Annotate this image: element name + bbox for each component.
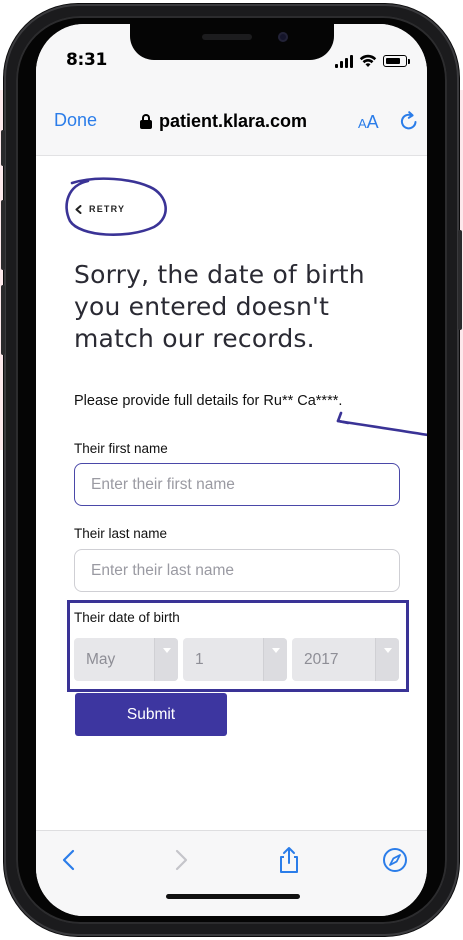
text-size-small-a: A bbox=[358, 116, 367, 131]
url-text: patient.klara.com bbox=[159, 110, 308, 131]
wifi-icon bbox=[359, 54, 377, 67]
browser-top-bar: Done patient.klara.com AA bbox=[36, 88, 427, 156]
speaker-grille bbox=[202, 34, 252, 40]
notch bbox=[130, 24, 334, 60]
page-content: RETRY Sorry, the date of birth you enter… bbox=[36, 157, 427, 851]
provide-details-text: Please provide full details for Ru** Ca*… bbox=[74, 393, 343, 409]
status-icons bbox=[335, 54, 413, 68]
text-size-large-a: A bbox=[366, 112, 379, 132]
chevron-down-icon bbox=[375, 638, 399, 681]
back-icon[interactable] bbox=[54, 845, 84, 875]
volume-down-button bbox=[1, 285, 5, 355]
retry-link[interactable]: RETRY bbox=[74, 204, 125, 214]
home-indicator bbox=[166, 894, 300, 899]
forward-icon[interactable] bbox=[166, 845, 196, 875]
status-time: 8:31 bbox=[66, 50, 108, 70]
submit-button[interactable]: Submit bbox=[75, 693, 227, 736]
annotation-arrow bbox=[336, 411, 427, 437]
chevron-left-icon bbox=[75, 204, 82, 214]
dob-year-value: 2017 bbox=[304, 650, 339, 668]
lock-icon bbox=[140, 114, 152, 129]
done-button[interactable]: Done bbox=[54, 110, 97, 131]
battery-tip bbox=[408, 59, 410, 64]
chevron-down-icon bbox=[263, 638, 287, 681]
front-camera bbox=[278, 32, 288, 42]
browser-toolbar bbox=[36, 830, 427, 916]
dob-day-select[interactable]: 1 bbox=[183, 638, 287, 681]
dob-label: Their date of birth bbox=[74, 610, 180, 625]
dob-year-select[interactable]: 2017 bbox=[292, 638, 399, 681]
reload-icon[interactable] bbox=[398, 110, 420, 132]
mute-switch bbox=[1, 130, 5, 166]
battery-icon bbox=[383, 55, 407, 67]
dob-month-value: May bbox=[86, 650, 116, 668]
first-name-input[interactable] bbox=[74, 463, 400, 506]
url-bar[interactable]: patient.klara.com bbox=[140, 110, 307, 132]
retry-label: RETRY bbox=[89, 204, 126, 214]
dob-day-value: 1 bbox=[195, 650, 204, 668]
screen: 8:31 Done patient.klara.com AA RETRY Sor… bbox=[36, 24, 427, 916]
volume-up-button bbox=[1, 200, 5, 270]
page-heading: Sorry, the date of birth you entered doe… bbox=[74, 260, 365, 353]
last-name-input[interactable] bbox=[74, 549, 400, 592]
last-name-label: Their last name bbox=[74, 526, 168, 541]
power-button bbox=[458, 230, 462, 330]
compass-icon[interactable] bbox=[380, 845, 410, 875]
chevron-down-icon bbox=[154, 638, 178, 681]
first-name-label: Their first name bbox=[74, 441, 168, 456]
text-size-button[interactable]: AA bbox=[358, 112, 379, 133]
share-icon[interactable] bbox=[274, 845, 304, 875]
dob-month-select[interactable]: May bbox=[74, 638, 178, 681]
